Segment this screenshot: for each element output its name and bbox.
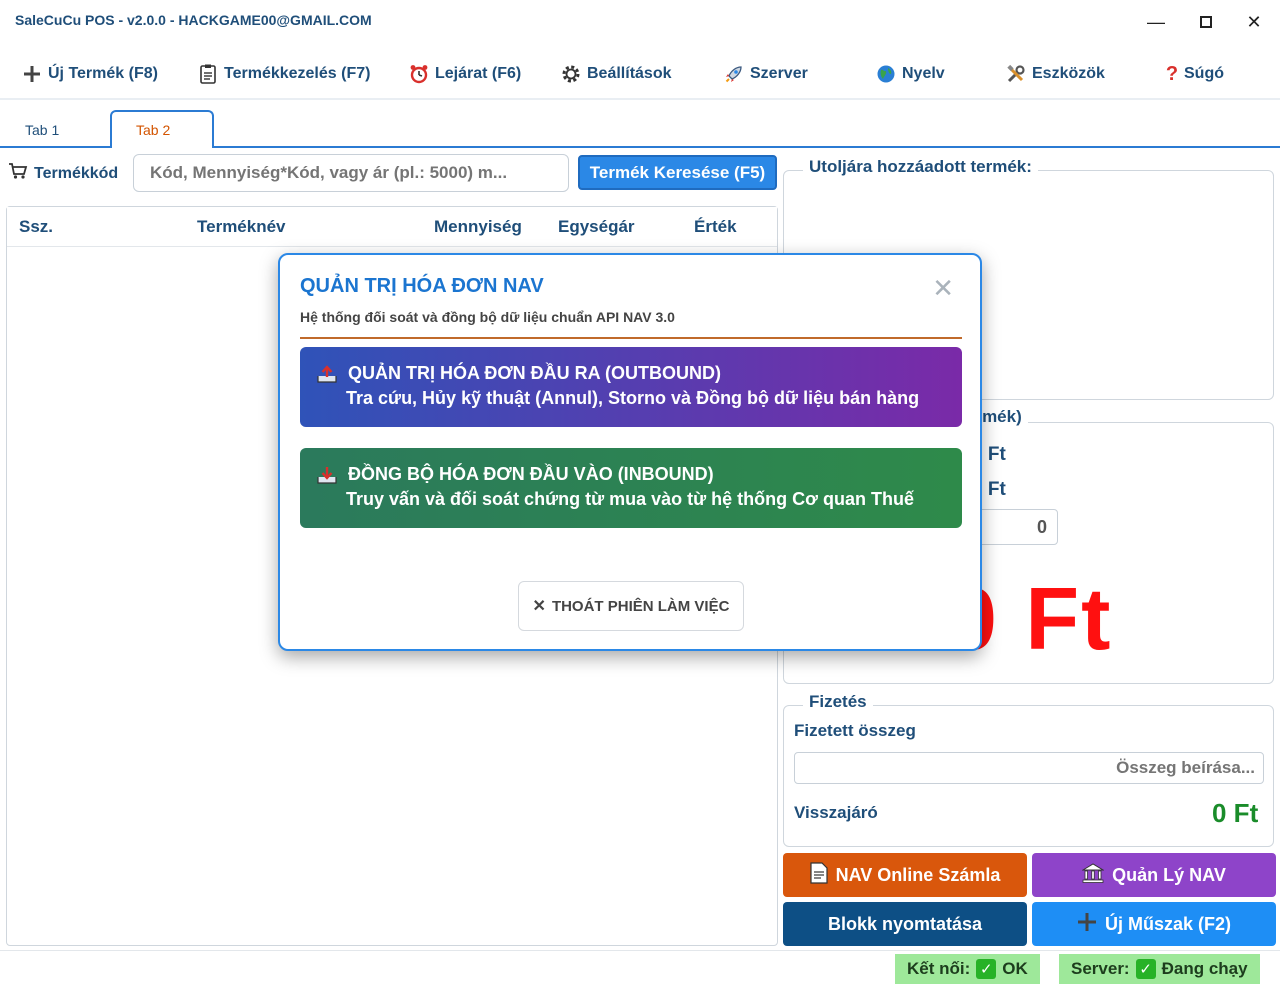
menu-help-label: Súgó (1184, 65, 1224, 82)
nav-invoice-modal: QUẢN TRỊ HÓA ĐƠN NAV Hệ thống đối soát v… (278, 253, 982, 651)
nav-online-invoice-button[interactable]: NAV Online Számla (783, 853, 1027, 897)
product-search-input[interactable] (133, 154, 569, 192)
col-product-name[interactable]: Terméknév (197, 217, 286, 237)
globe-icon (876, 64, 896, 84)
close-icon: ✕ (1246, 11, 1262, 32)
minimize-icon: — (1147, 11, 1165, 32)
col-unit-price[interactable]: Egységár (558, 217, 635, 237)
menu-help[interactable]: ? Súgó (1166, 62, 1224, 86)
server-status-label: Server: (1071, 959, 1130, 978)
menu-settings-label: Beállítások (587, 65, 672, 82)
server-status-value: Đang chạy (1161, 959, 1248, 978)
product-code-label: Termékkód (8, 162, 118, 185)
col-value[interactable]: Érték (694, 217, 737, 237)
bank-icon (1081, 862, 1105, 888)
col-index[interactable]: Ssz. (19, 217, 53, 237)
close-icon: ✕ (532, 598, 546, 615)
col-quantity[interactable]: Mennyiség (434, 217, 522, 237)
menu-expiry-label: Lejárat (F6) (435, 65, 522, 82)
paid-amount-input[interactable] (794, 752, 1264, 784)
question-icon: ? (1165, 62, 1179, 85)
plus-icon (1077, 912, 1097, 937)
clipboard-icon (198, 64, 218, 84)
last-added-title: Utoljára hozzáadott termék: (803, 157, 1038, 177)
cart-icon (8, 162, 28, 185)
modal-subtitle: Hệ thống đối soát và đồng bộ dữ liệu chu… (300, 309, 675, 325)
new-shift-label: Új Műszak (F2) (1104, 913, 1232, 934)
inbound-invoice-card[interactable]: ĐỒNG BỘ HÓA ĐƠN ĐẦU VÀO (INBOUND) Truy v… (300, 448, 962, 528)
menu-language-label: Nyelv (902, 65, 945, 82)
inbound-title: ĐỒNG BỘ HÓA ĐƠN ĐẦU VÀO (INBOUND) (348, 464, 714, 484)
tools-icon (1006, 64, 1026, 84)
exit-session-button[interactable]: ✕ THOÁT PHIÊN LÀM VIỆC (518, 581, 744, 631)
menu-tools[interactable]: Eszközök (1006, 62, 1105, 86)
close-window-button[interactable]: ✕ (1234, 8, 1274, 36)
menu-bar: Új Termék (F8) Termékkezelés (F7) Lejára… (0, 48, 1280, 100)
menu-language[interactable]: Nyelv (876, 62, 945, 86)
outbound-title: QUẢN TRỊ HÓA ĐƠN ĐẦU RA (OUTBOUND) (348, 363, 721, 383)
menu-new-product-label: Új Termék (F8) (48, 65, 158, 82)
payment-legend: Fizetés (803, 692, 873, 712)
outbound-invoice-card[interactable]: QUẢN TRỊ HÓA ĐƠN ĐẦU RA (OUTBOUND) Tra c… (300, 347, 962, 427)
tab-2[interactable]: Tab 2 (110, 110, 214, 148)
menu-server[interactable]: Szerver (724, 62, 808, 86)
plus-icon (22, 64, 42, 84)
new-shift-button[interactable]: Új Műszak (F2) (1032, 902, 1276, 946)
maximize-icon (1200, 16, 1212, 28)
modal-divider (300, 337, 962, 339)
gear-icon (561, 64, 581, 84)
close-icon: ✕ (932, 273, 954, 303)
document-icon (810, 861, 828, 889)
menu-settings[interactable]: Beállítások (561, 62, 671, 86)
menu-tools-label: Eszközök (1032, 65, 1105, 82)
title-bar: SaleCuCu POS - v2.0.0 - HACKGAME00@GMAIL… (0, 0, 1280, 44)
minimize-button[interactable]: — (1136, 8, 1176, 36)
modal-close-button[interactable]: ✕ (932, 273, 954, 304)
connection-status: Kết nối: ✓ OK (895, 954, 1040, 984)
server-status: Server: ✓ Đang chạy (1059, 954, 1260, 984)
paid-amount-label: Fizetett összeg (794, 721, 916, 740)
manage-nav-label: Quản Lý NAV (1112, 864, 1226, 885)
menu-product-management-label: Termékkezelés (F7) (224, 65, 371, 82)
menu-new-product[interactable]: Új Termék (F8) (22, 62, 158, 86)
checkmark-icon: ✓ (976, 959, 997, 979)
search-product-button[interactable]: Termék Keresése (F5) (578, 155, 777, 190)
change-label: Visszajáró (794, 803, 878, 822)
alarm-clock-icon (409, 64, 429, 84)
rocket-icon (724, 64, 744, 84)
status-bar: Kết nối: ✓ OK Server: ✓ Đang chạy (0, 950, 1280, 988)
change-value: 0 Ft (1212, 798, 1259, 828)
inbound-description: Truy vấn và đối soát chứng từ mua vào từ… (346, 489, 914, 509)
table-header: Ssz. Terméknév Mennyiség Egységár Érték (7, 207, 777, 247)
menu-product-management[interactable]: Termékkezelés (F7) (198, 62, 370, 86)
manage-nav-button[interactable]: Quản Lý NAV (1032, 853, 1276, 897)
product-code-text: Termékkód (34, 164, 119, 182)
connection-status-value: OK (1002, 959, 1028, 978)
tab-bar: Tab 1 Tab 2 (0, 108, 1280, 148)
menu-server-label: Szerver (750, 65, 808, 82)
exit-session-label: THOÁT PHIÊN LÀM VIỆC (551, 597, 730, 615)
modal-title: QUẢN TRỊ HÓA ĐƠN NAV (300, 275, 544, 297)
menu-expiry[interactable]: Lejárat (F6) (409, 62, 521, 86)
connection-status-label: Kết nối: (907, 959, 971, 978)
outbound-description: Tra cứu, Hủy kỹ thuật (Annul), Storno và… (346, 388, 920, 408)
checkmark-icon: ✓ (1135, 959, 1156, 979)
nav-online-invoice-label: NAV Online Számla (835, 864, 1001, 885)
maximize-button[interactable] (1186, 8, 1226, 36)
upload-tray-icon (316, 364, 338, 384)
print-receipt-button[interactable]: Blokk nyomtatása (783, 902, 1027, 946)
window-title: SaleCuCu POS - v2.0.0 - HACKGAME00@GMAIL… (15, 12, 372, 28)
tab-1[interactable]: Tab 1 (1, 112, 83, 148)
download-tray-icon (316, 465, 338, 485)
